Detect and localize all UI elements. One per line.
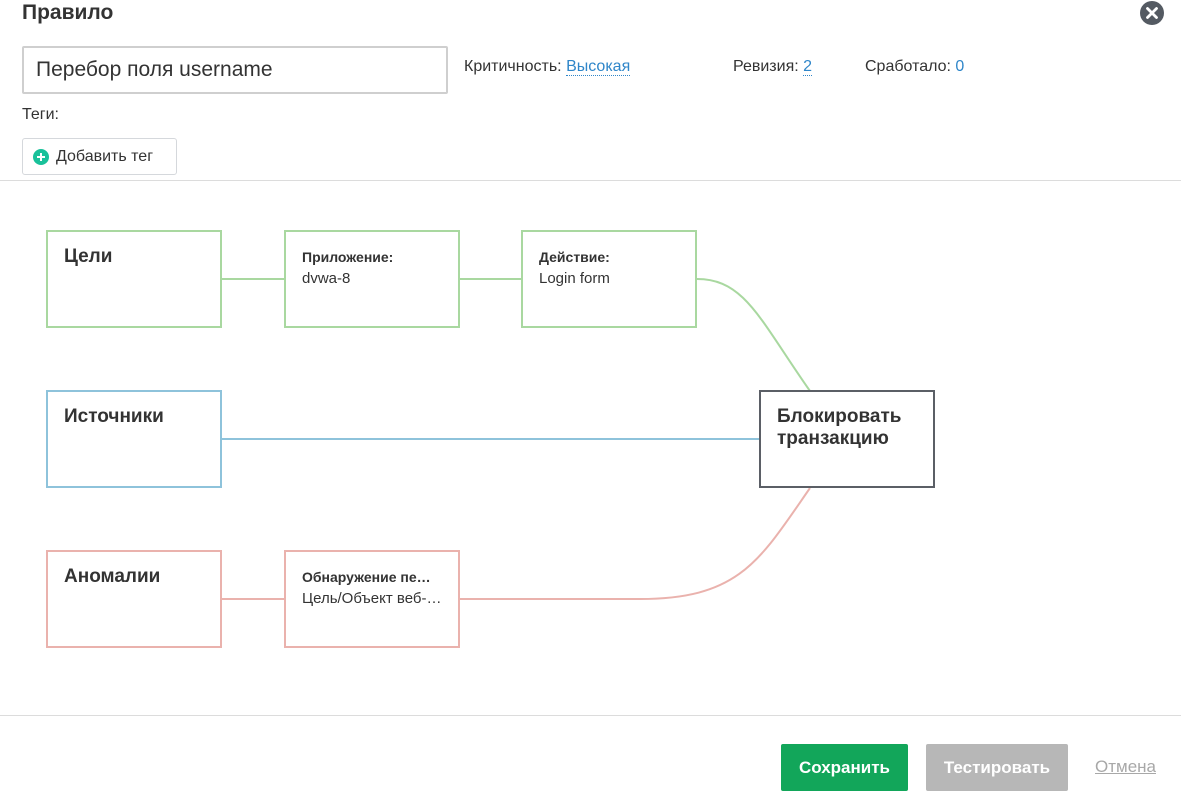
- node-anomalies[interactable]: Аномалии: [46, 550, 222, 648]
- test-button[interactable]: Тестировать: [926, 744, 1068, 791]
- connector-detection-result: [459, 487, 811, 600]
- footer-divider: [0, 715, 1181, 716]
- node-sources[interactable]: Источники: [46, 390, 222, 488]
- node-targets-label: Цели: [64, 246, 113, 267]
- node-detection-value: Цель/Объект веб-…: [302, 590, 442, 607]
- save-button[interactable]: Сохранить: [781, 744, 908, 791]
- node-application-value: dvwa-8: [302, 270, 351, 287]
- node-application-caption: Приложение:: [302, 249, 394, 265]
- node-targets[interactable]: Цели: [46, 230, 222, 328]
- node-sources-label: Источники: [64, 406, 164, 427]
- node-action-value: Login form: [539, 270, 610, 287]
- node-action[interactable]: Действие: Login form: [521, 230, 697, 328]
- node-detection[interactable]: Обнаружение пе… Цель/Объект веб-…: [284, 550, 460, 648]
- node-result-label: Блокировать транзакцию: [777, 406, 902, 449]
- connector-action-result: [696, 278, 811, 392]
- cancel-link[interactable]: Отмена: [1095, 757, 1156, 777]
- node-action-caption: Действие:: [539, 249, 610, 265]
- node-anomalies-label: Аномалии: [64, 566, 161, 587]
- node-detection-caption: Обнаружение пе…: [302, 569, 431, 585]
- node-result-block-transaction[interactable]: Блокировать транзакцию: [759, 390, 935, 488]
- node-application[interactable]: Приложение: dvwa-8: [284, 230, 460, 328]
